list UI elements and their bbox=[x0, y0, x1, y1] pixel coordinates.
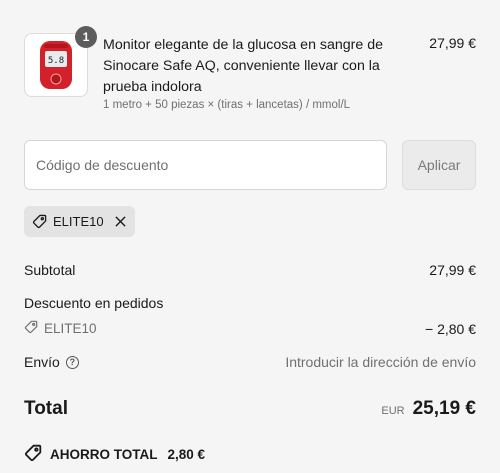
product-price: 27,99 € bbox=[429, 35, 476, 51]
discount-code-input[interactable] bbox=[24, 140, 387, 190]
applied-code-text: ELITE10 bbox=[53, 214, 104, 229]
tag-icon bbox=[24, 320, 38, 337]
order-discount-code-text: ELITE10 bbox=[44, 321, 97, 336]
order-discount-value: − 2,80 € bbox=[425, 321, 476, 337]
shipping-label: Envío bbox=[24, 354, 60, 370]
apply-discount-button[interactable]: Aplicar bbox=[402, 140, 476, 190]
order-discount-code: ELITE10 bbox=[24, 320, 97, 337]
shipping-label-group: Envío ? bbox=[24, 354, 79, 370]
savings-tag-icon bbox=[24, 444, 42, 465]
tag-icon bbox=[32, 214, 47, 229]
savings-value: 2,80 € bbox=[167, 447, 206, 462]
product-title: Monitor elegante de la glucosa en sangre… bbox=[103, 37, 384, 95]
total-label: Total bbox=[24, 398, 68, 419]
order-discount-label: Descuento en pedidos bbox=[24, 295, 164, 311]
total-savings: AHORRO TOTAL 2,80 € bbox=[24, 444, 205, 465]
help-circle-icon[interactable]: ? bbox=[65, 355, 79, 369]
total-amount: 25,19 € bbox=[412, 398, 476, 419]
remove-code-icon[interactable] bbox=[114, 215, 127, 229]
meter-reading: 5.8 bbox=[48, 56, 64, 66]
applied-discount-chip: ELITE10 bbox=[24, 206, 135, 237]
total-value-group: EUR 25,19 € bbox=[381, 398, 476, 420]
glucose-meter-image: 5.8 bbox=[40, 41, 72, 89]
shipping-value: Introducir la dirección de envío bbox=[285, 354, 476, 370]
product-variant: 1 metro + 50 piezas × (tiras + lancetas)… bbox=[103, 99, 351, 111]
quantity-badge: 1 bbox=[75, 26, 97, 48]
subtotal-value: 27,99 € bbox=[429, 262, 476, 278]
subtotal-label: Subtotal bbox=[24, 262, 76, 278]
savings-label: AHORRO TOTAL bbox=[50, 447, 158, 462]
currency-code: EUR bbox=[381, 405, 405, 417]
